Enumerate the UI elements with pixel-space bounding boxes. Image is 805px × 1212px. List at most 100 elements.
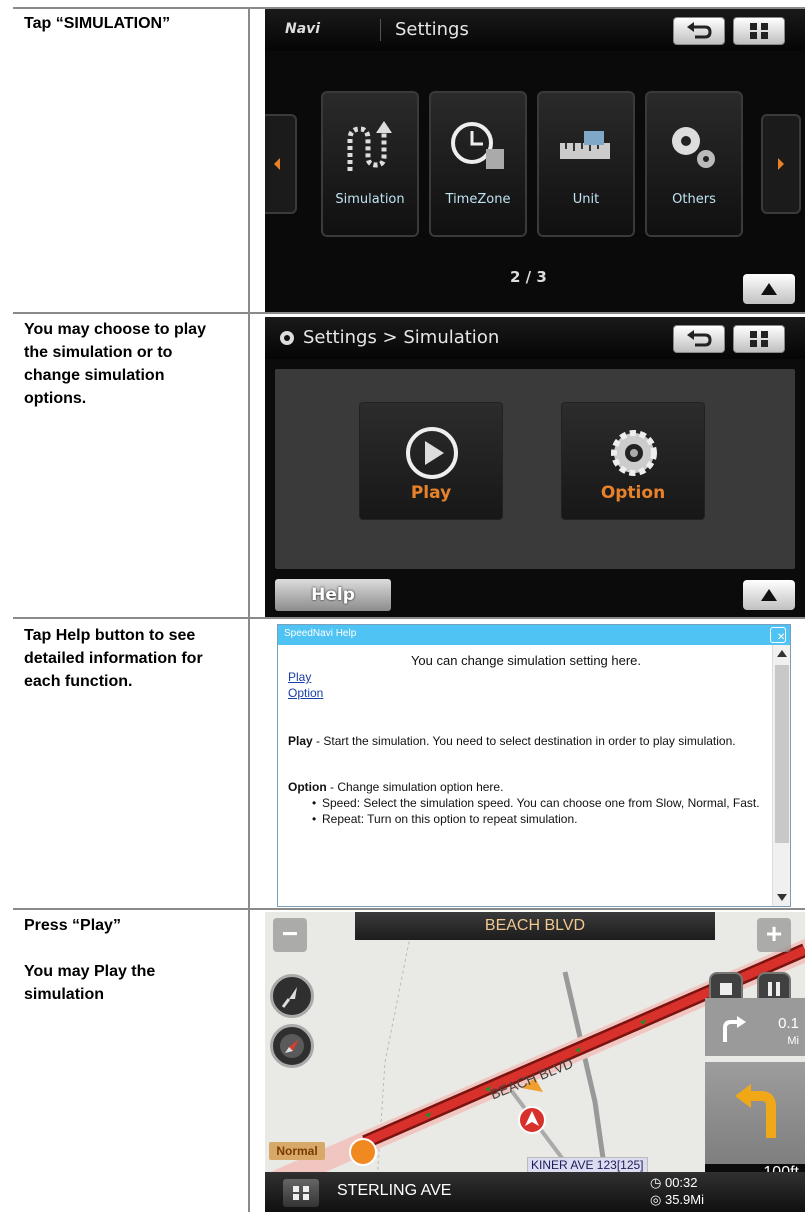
distance-unit: Mi: [787, 1035, 799, 1047]
close-button[interactable]: ✕: [770, 627, 786, 643]
mode-label: Normal: [269, 1142, 325, 1160]
gear-icon: [280, 331, 294, 345]
compass-button[interactable]: [270, 974, 314, 1018]
tile-label: Simulation: [335, 192, 405, 207]
next-page-button[interactable]: [761, 114, 801, 214]
row-4-instruction: Press “Play” You may Play the simulation: [24, 917, 156, 1003]
compass-icon: [281, 987, 297, 1008]
tile-label: Others: [672, 192, 716, 207]
north-button[interactable]: [270, 1024, 314, 1068]
tile-unit[interactable]: Unit: [537, 91, 635, 237]
table-column-divider: [248, 7, 250, 1212]
bottom-street: STERLING AVE: [337, 1182, 452, 1199]
collapse-button[interactable]: [743, 274, 795, 304]
grid-icon: [750, 23, 768, 39]
tile-timezone[interactable]: TimeZone: [429, 91, 527, 237]
top-bar: Navi Settings: [265, 9, 805, 51]
current-street-bar: BEACH BLVD: [355, 912, 715, 940]
list-item: Speed: Select the simulation speed. You …: [312, 795, 764, 811]
distance-value: 0.1: [778, 1015, 799, 1032]
minus-icon: −: [281, 918, 299, 949]
row-2-instruction: You may choose to play the simulation or…: [24, 321, 206, 407]
play-heading: Play: [288, 734, 313, 748]
bottom-bar: STERLING AVE ◷ 00:32 ◎ 35.9Mi: [265, 1172, 805, 1212]
tile-others[interactable]: Others: [645, 91, 743, 237]
arrow-up-icon: [761, 283, 777, 295]
collapse-button[interactable]: [743, 580, 795, 610]
remaining-distance: 35.9Mi: [664, 1192, 704, 1207]
zoom-out-button[interactable]: −: [273, 918, 307, 952]
list-item: Repeat: Turn on this option to repeat si…: [312, 811, 764, 827]
gears-icon: [672, 127, 715, 168]
cross-street-label: KINER AVE 123[125]: [527, 1157, 648, 1173]
chevron-left-icon: [274, 158, 280, 170]
trip-info: ◷ 00:32 ◎ 35.9Mi: [650, 1174, 704, 1208]
zoom-in-button[interactable]: +: [757, 918, 791, 952]
simulation-screenshot: Settings > Simulation Play Option Help: [265, 317, 805, 617]
play-label: Play: [410, 483, 452, 503]
table-row-divider: [13, 908, 805, 910]
option-label: Option: [600, 483, 666, 503]
tile-simulation[interactable]: Simulation: [321, 91, 419, 237]
close-icon: ✕: [777, 632, 786, 643]
row-1-instruction: Tap “SIMULATION”: [24, 15, 171, 32]
distance-icon: ◎: [650, 1192, 665, 1207]
option-heading: Option: [288, 780, 327, 794]
tile-label: Unit: [572, 192, 600, 207]
page-indicator: 2 / 3: [510, 268, 547, 286]
speed-mode-button[interactable]: [349, 1138, 377, 1166]
prev-page-button[interactable]: [265, 114, 297, 214]
back-button[interactable]: [673, 325, 725, 353]
menu-button[interactable]: [283, 1179, 319, 1207]
instruction-table: Tap “SIMULATION” You may choose to play …: [0, 0, 805, 1212]
tile-label: TimeZone: [445, 192, 511, 207]
back-button[interactable]: [673, 17, 725, 45]
top-bar: Settings > Simulation: [265, 317, 805, 359]
table-row-divider: [13, 312, 805, 314]
turn-left-icon: [735, 1084, 776, 1138]
grid-icon: [293, 1186, 309, 1200]
option-text: - Change simulation option here.: [326, 780, 504, 794]
option-button[interactable]: Option: [561, 402, 705, 520]
arrow-up-icon: [761, 589, 777, 601]
chevron-right-icon: [778, 158, 784, 170]
simulation-icon: [347, 121, 392, 171]
turn-right-icon: [723, 1016, 746, 1042]
clock-icon: [451, 122, 504, 169]
link-option[interactable]: Option: [288, 685, 764, 701]
remaining-time: 00:32: [664, 1175, 698, 1190]
gear-icon: [611, 430, 657, 476]
help-intro: You can change simulation setting here.: [410, 653, 642, 668]
current-street: BEACH BLVD: [484, 917, 586, 934]
turn-guidance: [705, 1062, 805, 1172]
help-window: SpeedNavi Help ✕ You can change simulati…: [277, 624, 791, 907]
map-screenshot: BEACH BLVD − + 0.1Mi 100ft BEACH BLVD No…: [265, 912, 805, 1212]
settings-screenshot: Navi Settings Simulation TimeZone Unit O…: [265, 9, 805, 312]
option-list: Speed: Select the simulation speed. You …: [312, 795, 764, 827]
scroll-up-icon[interactable]: [776, 649, 788, 659]
row-3-instruction: Tap Help button to see detailed informat…: [24, 627, 203, 690]
link-play[interactable]: Play: [288, 669, 764, 685]
clock-icon: ◷: [650, 1175, 665, 1190]
help-title-bar: SpeedNavi Help ✕: [278, 625, 790, 645]
next-turn-panel: 0.1 Mi: [705, 998, 805, 1056]
help-button[interactable]: Help: [275, 579, 391, 611]
play-button[interactable]: Play: [359, 402, 503, 520]
scroll-down-icon[interactable]: [776, 892, 788, 902]
options-area: [275, 369, 795, 569]
breadcrumb: Settings > Simulation: [303, 327, 500, 348]
scroll-thumb[interactable]: [775, 665, 789, 843]
grid-icon: [750, 331, 768, 347]
ruler-icon: [560, 131, 610, 159]
menu-button[interactable]: [733, 17, 785, 45]
title-separator: [380, 19, 381, 41]
plus-icon: +: [765, 918, 783, 949]
scrollbar[interactable]: [772, 645, 790, 906]
menu-button[interactable]: [733, 325, 785, 353]
play-text: - Start the simulation. You need to sele…: [312, 734, 736, 748]
play-description: Play - Start the simulation. You need to…: [288, 733, 764, 749]
help-window-title: SpeedNavi Help: [284, 628, 357, 639]
table-row-divider: [13, 617, 805, 619]
play-icon: [406, 427, 458, 479]
page-title: Settings: [395, 19, 469, 40]
